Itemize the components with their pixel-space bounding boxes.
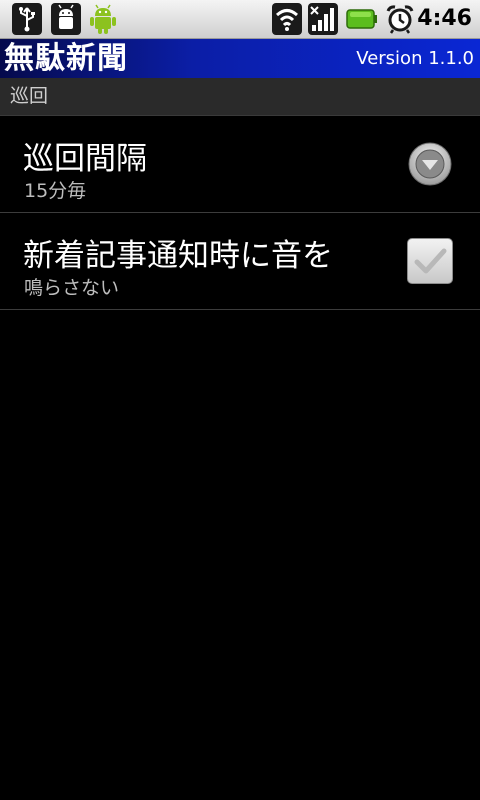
debug-icon	[51, 3, 81, 35]
spinner-icon[interactable]	[408, 142, 452, 186]
app-title: 無駄新聞	[4, 41, 128, 76]
app-version: Version 1.1.0	[356, 48, 474, 69]
category-label: 巡回	[10, 85, 49, 107]
alarm-icon	[386, 5, 414, 34]
pref-summary: 15分毎	[24, 180, 87, 202]
status-time: 4:46	[417, 6, 472, 31]
notification-sound-checkbox[interactable]	[407, 238, 453, 284]
pref-title: 新着記事通知時に音を	[23, 238, 333, 274]
usb-icon	[12, 3, 42, 35]
wifi-icon	[272, 3, 302, 35]
signal-icon	[308, 3, 338, 35]
battery-icon	[346, 9, 377, 29]
pref-title: 巡回間隔	[23, 141, 147, 177]
preference-category-header: 巡回	[0, 78, 480, 116]
pref-patrol-interval[interactable]: 巡回間隔 15分毎	[0, 116, 480, 213]
android-icon	[90, 4, 116, 34]
pref-summary: 鳴らさない	[24, 277, 120, 299]
pref-notification-sound[interactable]: 新着記事通知時に音を 鳴らさない	[0, 213, 480, 310]
status-bar: 4:46	[0, 0, 480, 39]
title-bar: 無駄新聞 Version 1.1.0	[0, 39, 480, 78]
checkmark-icon	[414, 248, 447, 274]
